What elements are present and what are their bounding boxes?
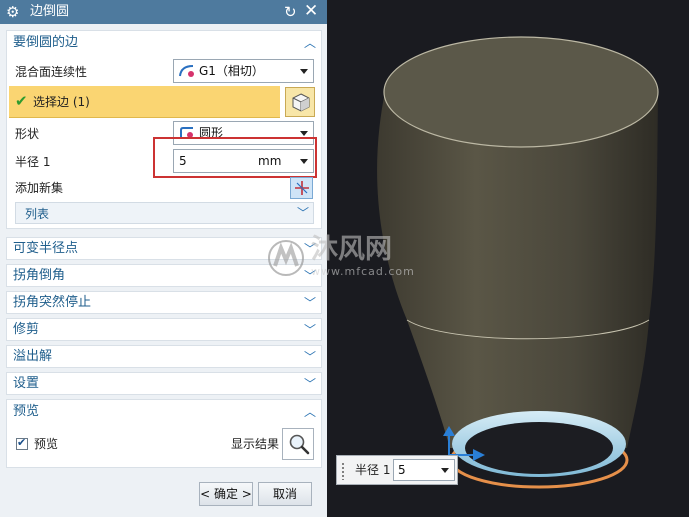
continuity-value: G1（相切） [199,64,264,78]
select-edge-label: 选择边 (1) [33,95,90,109]
continuity-select[interactable]: G1（相切） [173,59,314,83]
dropdown-arrow-icon [300,69,308,74]
drag-handle-icon[interactable] [341,462,345,480]
preview-checkbox-label: 预览 [34,437,59,451]
section-stop-short[interactable]: 拐角突然停止 ﹀ [6,291,322,314]
section-title: 可变半径点 [13,241,79,256]
radius-highlight-box [153,137,317,178]
continuity-label: 混合面连续性 [15,65,88,79]
list-label: 列表 [25,207,50,221]
chevron-down-icon: ﹀ [304,377,317,391]
section-trim[interactable]: 修剪 ﹀ [6,318,322,341]
continuity-icon [179,65,194,77]
select-edge-button[interactable] [285,87,315,117]
select-edge-row[interactable]: ✔ 选择边 (1) [9,86,280,118]
preview-section: 预览 ︿ ✔ 预览 显示结果 [6,399,322,468]
section-overflow[interactable]: 溢出解 ﹀ [6,345,322,368]
section-title: 设置 [13,376,40,391]
mfcad-logo-icon [268,240,304,276]
preview-checkbox[interactable]: ✔ [16,436,28,450]
section-title: 拐角倒角 [13,268,66,283]
dialog-title-bar[interactable]: ⚙ 边倒圆 ↻ ✕ [0,0,327,24]
chevron-down-icon: ﹀ [304,350,317,364]
chevron-down-icon: ﹀ [304,323,317,337]
add-new-set-label: 添加新集 [15,181,64,195]
edges-section-title[interactable]: 要倒圆的边 [13,34,78,52]
watermark-url: www.mfcad.com [311,265,415,278]
dropdown-arrow-icon [300,131,308,136]
chevron-down-icon: ﹀ [304,296,317,310]
show-result-button[interactable] [282,428,314,460]
section-title: 修剪 [13,322,40,337]
section-title: 拐角突然停止 [13,295,92,310]
chevron-up-icon[interactable]: ︿ [304,36,316,50]
watermark: 沐风网 www.mfcad.com [265,234,435,282]
dropdown-arrow-icon [441,468,449,473]
magnifier-icon [289,434,310,455]
gear-icon[interactable]: ⚙ [6,3,19,21]
close-icon[interactable]: ✕ [304,1,318,21]
chevron-down-icon: ﹀ [297,206,310,220]
radius-onscreen-input[interactable]: 半径 1 5 [336,455,458,485]
add-set-icon [295,181,309,195]
ok-button[interactable]: < 确定 > [199,482,253,506]
edges-section: 要倒圆的边 ︿ 混合面连续性 G1（相切） ✔ 选择边 (1) 形状 圆形 半径… [6,30,322,229]
section-settings[interactable]: 设置 ﹀ [6,372,322,395]
radius-label: 半径 1 [15,155,51,169]
show-result-label: 显示结果 [231,437,280,451]
reset-icon[interactable]: ↻ [284,2,297,22]
checkmark-icon: ✔ [15,92,28,110]
preview-section-title[interactable]: 预览 [13,403,39,421]
radius-chip-input[interactable]: 5 [393,459,455,481]
top-face [383,36,659,148]
section-title: 溢出解 [13,349,53,364]
fillet-ring-inner [465,422,613,474]
shape-label: 形状 [15,127,40,141]
cube-icon [292,93,310,112]
radius-chip-label: 半径 1 [355,463,391,477]
graphics-viewport[interactable]: 沐风网 www.mfcad.com [268,0,689,517]
chevron-up-icon[interactable]: ︿ [304,405,316,419]
watermark-text: 沐风网 [311,234,392,265]
add-new-set-button[interactable] [290,177,313,199]
checkmark-icon: ✔ [17,436,27,449]
dialog-title: 边倒圆 [30,4,70,19]
list-toggle[interactable]: 列表 ﹀ [15,202,314,224]
radius-chip-value: 5 [398,463,406,477]
cancel-button[interactable]: 取消 [258,482,312,506]
